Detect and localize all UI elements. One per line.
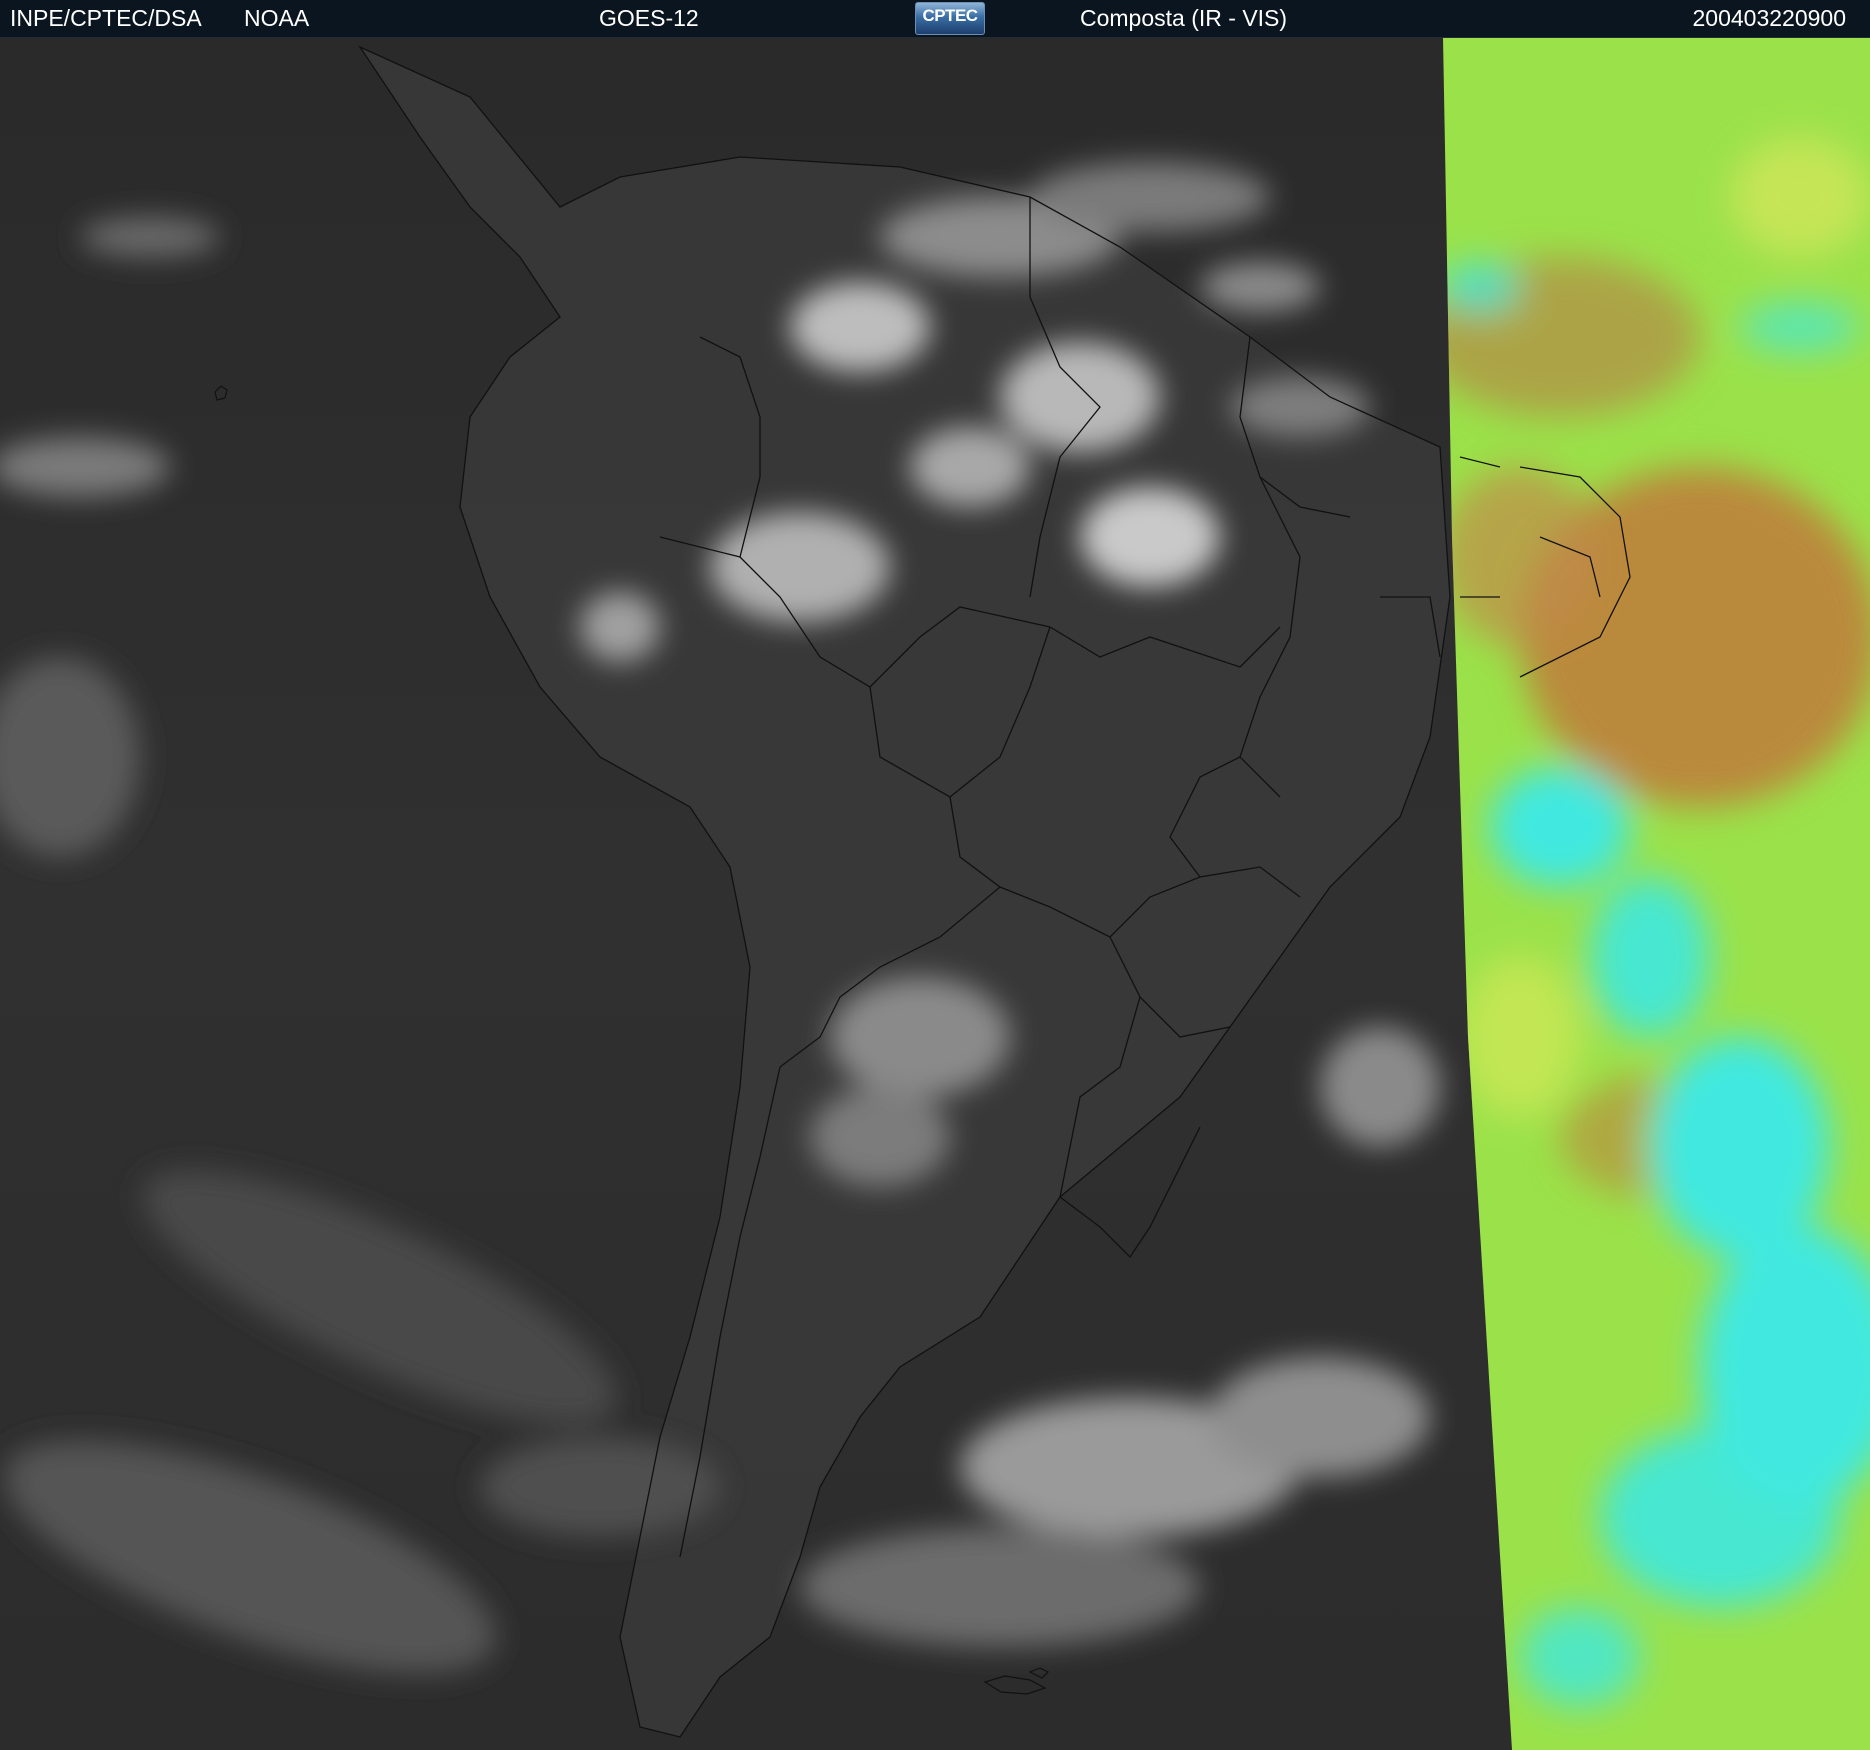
organization-label: INPE/CPTEC/DSA bbox=[10, 5, 202, 31]
satellite-label: GOES-12 bbox=[599, 5, 699, 31]
header-bar: INPE/CPTEC/DSA NOAA GOES-12 CPTEC Compos… bbox=[0, 0, 1870, 38]
product-label: Composta (IR - VIS) bbox=[1080, 5, 1288, 31]
satellite-imagery bbox=[0, 37, 1870, 1750]
agency-label: NOAA bbox=[244, 5, 310, 31]
cptec-logo: CPTEC bbox=[915, 2, 985, 35]
datetime-label: 200403220900 bbox=[1692, 5, 1847, 31]
satellite-image-frame: INPE/CPTEC/DSA NOAA GOES-12 CPTEC Compos… bbox=[0, 0, 1870, 1750]
logo-text: CPTEC bbox=[922, 6, 978, 25]
